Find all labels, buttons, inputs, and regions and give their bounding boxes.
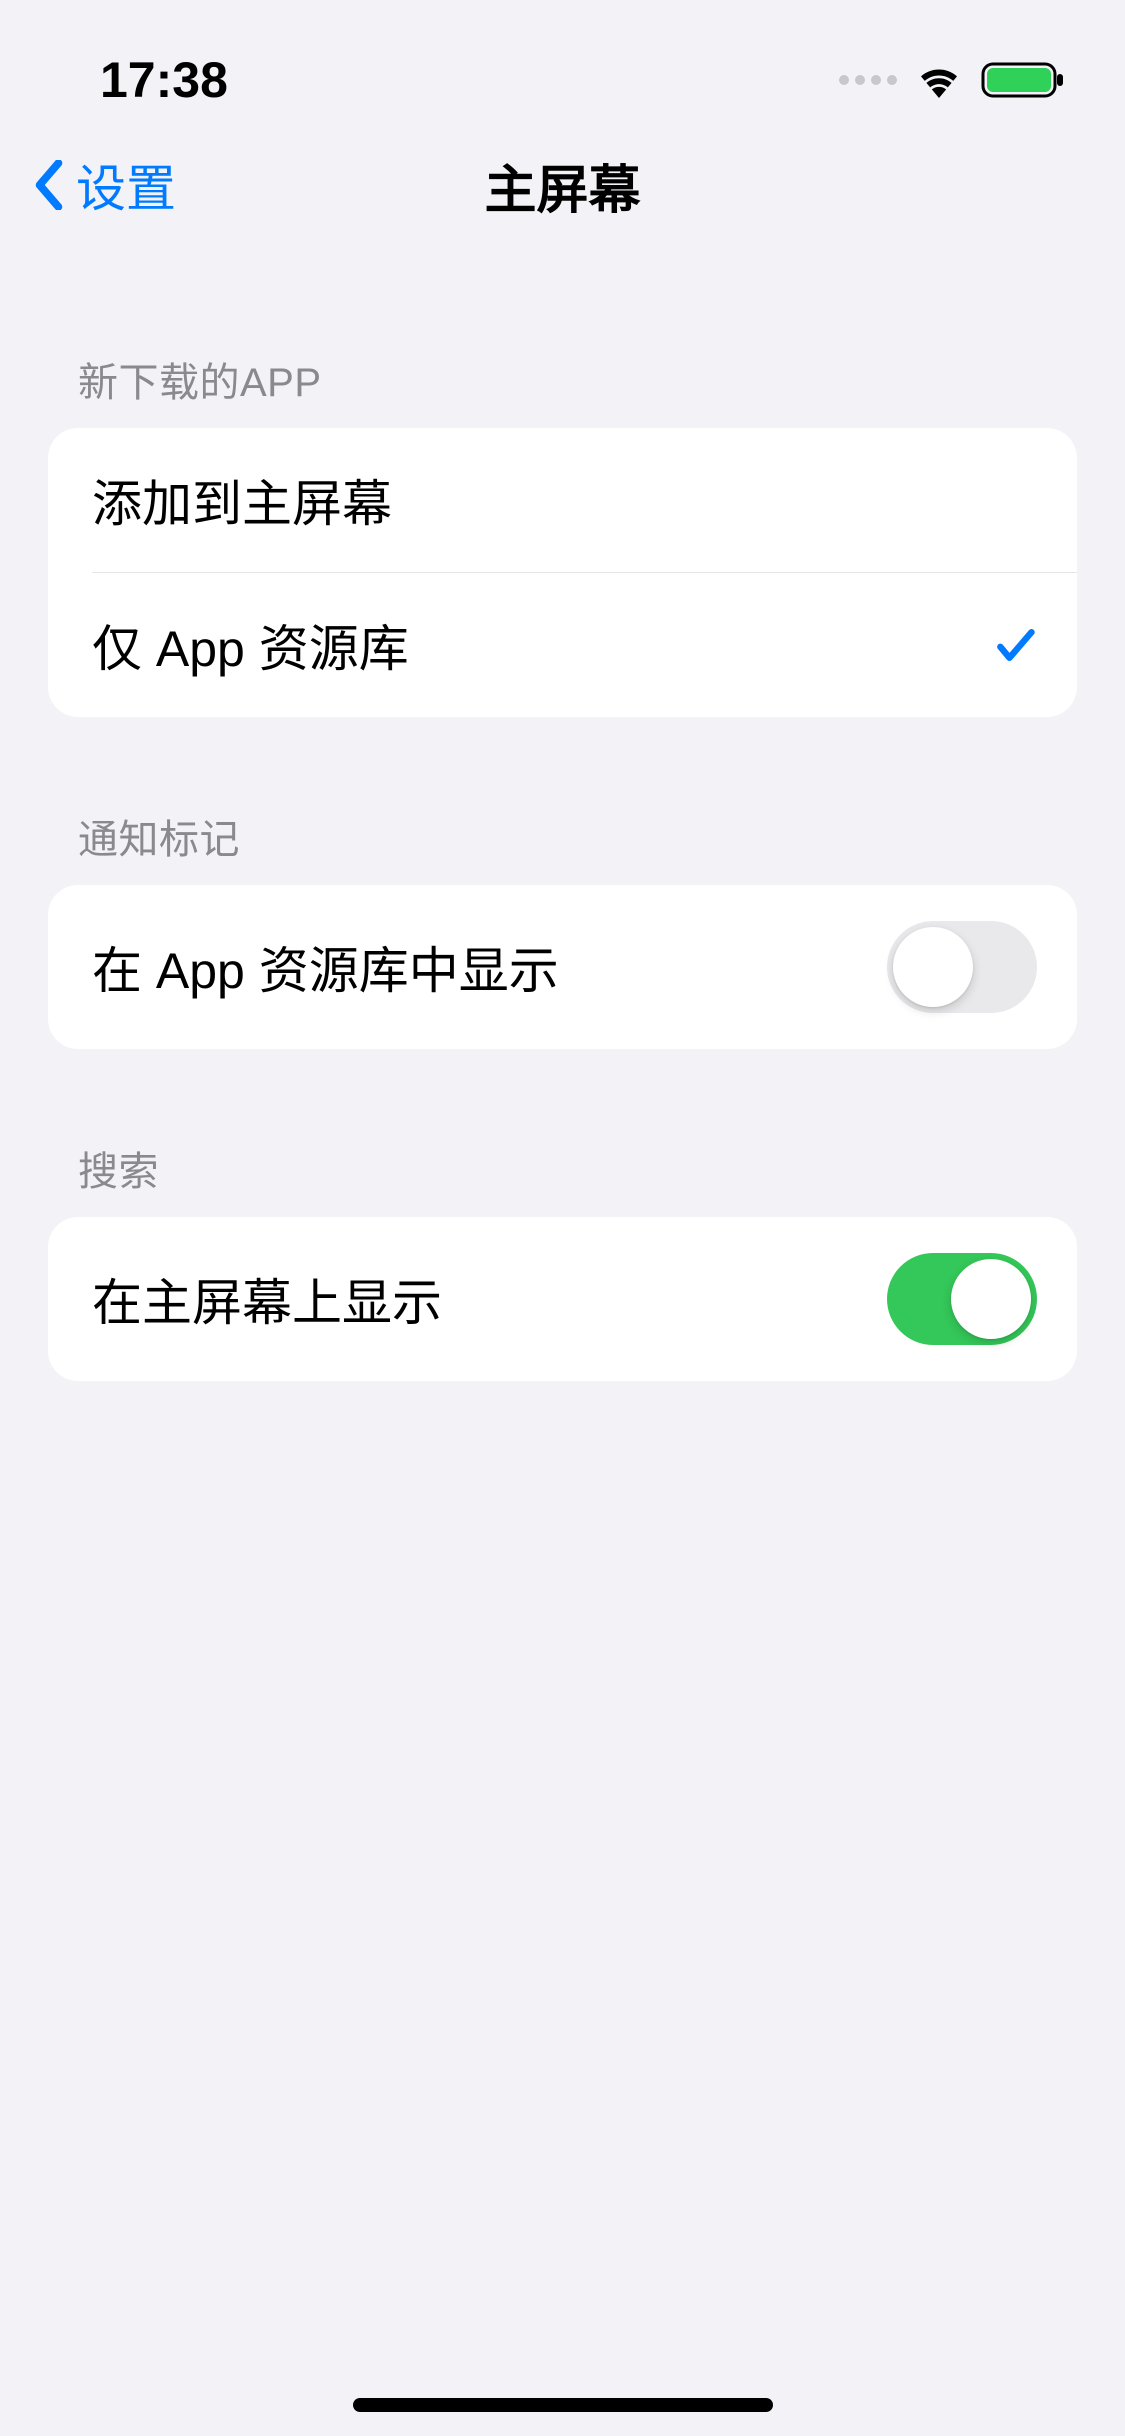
row-label: 在 App 资源库中显示 xyxy=(92,931,559,1003)
row-show-in-library: 在 App 资源库中显示 xyxy=(48,885,1077,1049)
wifi-icon xyxy=(915,62,963,98)
section-header-badges: 通知标记 xyxy=(48,807,1077,885)
row-label: 在主屏幕上显示 xyxy=(92,1263,442,1335)
option-label: 仅 App 资源库 xyxy=(92,609,409,681)
page-title: 主屏幕 xyxy=(484,148,640,223)
row-show-on-home: 在主屏幕上显示 xyxy=(48,1217,1077,1381)
back-label: 设置 xyxy=(76,149,176,221)
section-header-search: 搜索 xyxy=(48,1139,1077,1217)
status-right xyxy=(839,60,1065,100)
toggle-show-on-home[interactable] xyxy=(887,1253,1037,1345)
cellular-signal-icon xyxy=(839,75,897,85)
home-indicator[interactable] xyxy=(353,2398,773,2412)
group-badges: 在 App 资源库中显示 xyxy=(48,885,1077,1049)
option-app-library-only[interactable]: 仅 App 资源库 xyxy=(92,572,1077,717)
nav-bar: 设置 主屏幕 xyxy=(0,140,1125,250)
section-header-new-apps: 新下载的APP xyxy=(48,350,1077,428)
battery-icon xyxy=(981,60,1065,100)
group-new-apps: 添加到主屏幕 仅 App 资源库 xyxy=(48,428,1077,717)
back-button[interactable]: 设置 xyxy=(30,149,176,221)
status-bar: 17:38 xyxy=(0,0,1125,140)
status-time: 17:38 xyxy=(100,51,228,109)
chevron-left-icon xyxy=(30,160,68,210)
option-add-to-home[interactable]: 添加到主屏幕 xyxy=(48,428,1077,572)
section-search: 搜索 在主屏幕上显示 xyxy=(48,1139,1077,1381)
group-search: 在主屏幕上显示 xyxy=(48,1217,1077,1381)
toggle-show-in-library[interactable] xyxy=(887,921,1037,1013)
section-badges: 通知标记 在 App 资源库中显示 xyxy=(48,807,1077,1049)
checkmark-icon xyxy=(993,623,1037,667)
section-new-apps: 新下载的APP 添加到主屏幕 仅 App 资源库 xyxy=(48,350,1077,717)
option-label: 添加到主屏幕 xyxy=(92,464,392,536)
